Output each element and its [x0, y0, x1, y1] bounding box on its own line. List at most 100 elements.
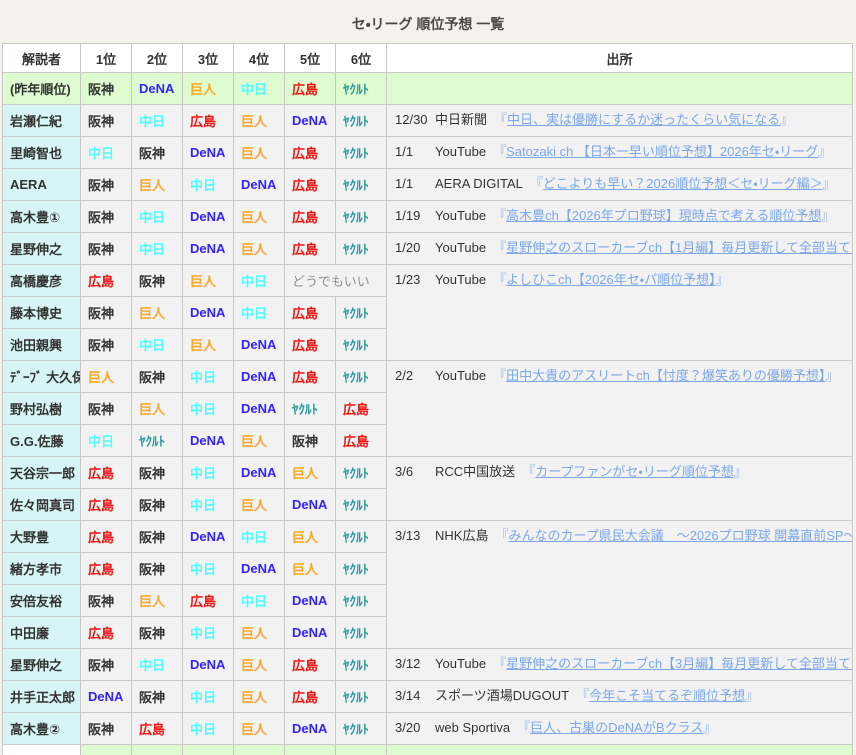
- rank-cell: ﾔｸﾙﾄ: [336, 137, 387, 169]
- rank-cell: 広島: [81, 265, 132, 297]
- rank-cell: 中日: [132, 329, 183, 361]
- rank-cell: 広島: [336, 425, 387, 457]
- source-date: 3/20: [395, 713, 435, 742]
- commentator-cell: 野村弘樹: [3, 393, 81, 425]
- rank-cell: 阪神: [132, 489, 183, 521]
- rank-cell: 阪神: [81, 233, 132, 265]
- commentator-cell: 大野豊: [3, 521, 81, 553]
- commentator-cell: 里崎智也: [3, 137, 81, 169]
- rank-cell: ﾔｸﾙﾄ: [336, 329, 387, 361]
- commentator-cell: 天谷宗一郎: [3, 457, 81, 489]
- column-header-0: 解説者: [3, 44, 81, 73]
- source-outlet: 中日新聞: [435, 112, 487, 127]
- rank-cell: 中日: [183, 713, 234, 745]
- table-row: 高木豊①阪神中日DeNA巨人広島ﾔｸﾙﾄ1/19YouTube『高木豊ch【20…: [3, 201, 853, 233]
- table-row: 星野伸之阪神中日DeNA巨人広島ﾔｸﾙﾄ3/12YouTube『星野伸之のスロー…: [3, 649, 853, 681]
- rank-cell: 巨人: [234, 233, 285, 265]
- rank-cell: DeNA: [132, 73, 183, 105]
- rank-cell: 巨人: [234, 137, 285, 169]
- source-link[interactable]: 『巨人、古巣のDeNAがBクラス』: [517, 720, 716, 735]
- table-row: 大野豊広島阪神DeNA中日巨人ﾔｸﾙﾄ3/13NHK広島『みんなのカープ県民大会…: [3, 521, 853, 553]
- source-link[interactable]: 『みんなのカープ県民大会議 ～2026プロ野球 開幕直前SP～』: [495, 528, 852, 543]
- rank-cell: 中日: [132, 233, 183, 265]
- source-link[interactable]: 『Satozaki ch 【日本一早い順位予想】2026年セ・リーグ』: [493, 144, 831, 159]
- rank-cell: 巨人: [234, 425, 285, 457]
- rank-cell: 阪神: [81, 649, 132, 681]
- column-header-5: 5位: [285, 44, 336, 73]
- source-link[interactable]: 『星野伸之のスローカーブch【3月編】毎月更新して全部当てる』: [493, 656, 852, 671]
- rank-cell: 中日: [234, 73, 285, 105]
- source-link[interactable]: 『中日、実は優勝にするか迷ったくらい気になる』: [494, 112, 793, 127]
- commentator-cell: (昨年順位): [3, 73, 81, 105]
- source-outlet: YouTube: [435, 208, 486, 223]
- rank-cell-merged: どうでもいい: [285, 265, 387, 297]
- source-outlet: YouTube: [435, 144, 486, 159]
- rank-cell: 中日: [81, 425, 132, 457]
- column-header-2: 2位: [132, 44, 183, 73]
- source-cell: 1/19YouTube『高木豊ch【2026年プロ野球】現時点で考える順位予想』: [387, 201, 853, 233]
- rank-cell: ﾔｸﾙﾄ: [336, 169, 387, 201]
- commentator-cell: 井手正太郎: [3, 681, 81, 713]
- rank-cell: 広島: [81, 489, 132, 521]
- rank-cell: DeNA: [183, 649, 234, 681]
- source-outlet: スポーツ酒場DUGOUT: [435, 688, 569, 703]
- table-row: 高木豊②阪神広島中日巨人DeNAﾔｸﾙﾄ3/20web Sportiva『巨人、…: [3, 713, 853, 745]
- source-date: 1/20: [395, 233, 435, 262]
- rank-cell: 広島: [336, 393, 387, 425]
- source-date: 1/23: [395, 265, 435, 294]
- rank-cell: 阪神: [81, 713, 132, 745]
- source-date: 3/13: [395, 521, 435, 550]
- rank-cell: DeNA: [183, 233, 234, 265]
- rank-cell: 中日: [183, 457, 234, 489]
- rank-cell: DeNA: [234, 329, 285, 361]
- table-row: 里崎智也中日阪神DeNA巨人広島ﾔｸﾙﾄ1/1YouTube『Satozaki …: [3, 137, 853, 169]
- source-cell: [387, 73, 853, 105]
- rank-cell: 中日: [234, 521, 285, 553]
- table-row: (昨年順位)阪神DeNA巨人中日広島ﾔｸﾙﾄ: [3, 73, 853, 105]
- rank-cell: 広島: [285, 329, 336, 361]
- rank-cell: ﾔｸﾙﾄ: [336, 585, 387, 617]
- commentator-cell: 緒方孝市: [3, 553, 81, 585]
- rank-cell: 中日: [183, 169, 234, 201]
- source-outlet: web Sportiva: [435, 720, 510, 735]
- rank-cell: DeNA: [234, 457, 285, 489]
- rank-cell: 広島: [285, 681, 336, 713]
- source-cell: 1/23YouTube 『よしひこch【2026年セ・パ順位予想】』: [387, 265, 853, 361]
- source-outlet: YouTube: [435, 368, 486, 383]
- rank-cell: 巨人: [234, 201, 285, 233]
- rank-cell: DeNA: [285, 105, 336, 137]
- source-date: 3/6: [395, 457, 435, 486]
- source-link[interactable]: 『どこよりも早い？2026順位予想＜セ・リーグ編＞』: [530, 176, 836, 191]
- rank-cell: 阪神: [132, 521, 183, 553]
- rank-cell: 阪神: [285, 425, 336, 457]
- rank-cell: 阪神: [81, 329, 132, 361]
- commentator-cell: 高木豊①: [3, 201, 81, 233]
- table-row: ﾃﾞｰﾌﾞ 大久保巨人阪神中日DeNA広島ﾔｸﾙﾄ2/2YouTube『田中大貴…: [3, 361, 853, 393]
- column-header-7: 出所: [387, 44, 853, 73]
- rank-cell: ﾔｸﾙﾄ: [336, 521, 387, 553]
- commentator-cell: 池田親興: [3, 329, 81, 361]
- rank-cell: 広島: [81, 521, 132, 553]
- table-row: 星野伸之阪神中日DeNA巨人広島ﾔｸﾙﾄ1/20YouTube『星野伸之のスロー…: [3, 233, 853, 265]
- source-link[interactable]: 『高木豊ch【2026年プロ野球】現時点で考える順位予想』: [493, 208, 834, 223]
- predictions-table: 解説者1位2位3位4位5位6位出所 (昨年順位)阪神DeNA巨人中日広島ﾔｸﾙﾄ…: [2, 43, 853, 755]
- source-cell: 2/2YouTube 『田中大貴のアスリートch【忖度？爆笑ありの優勝予想】』: [387, 361, 853, 457]
- table-row: 井手正太郎DeNA阪神中日巨人広島ﾔｸﾙﾄ3/14スポーツ酒場DUGOUT『今年…: [3, 681, 853, 713]
- source-link[interactable]: 『カープファンがセ・リーグ順位予想』: [522, 464, 747, 479]
- rank-cell: 中日: [234, 585, 285, 617]
- page-title: セ・リーグ 順位予想 一覧: [0, 0, 856, 43]
- rank-cell: 巨人: [132, 297, 183, 329]
- source-cell: 1/1AERA DIGITAL『どこよりも早い？2026順位予想＜セ・リーグ編＞…: [387, 169, 853, 201]
- table-row: 高橋慶彦広島阪神巨人中日どうでもいい1/23YouTube『よしひこch【202…: [3, 265, 853, 297]
- rank-cell: ﾔｸﾙﾄ: [336, 297, 387, 329]
- source-outlet: YouTube: [435, 272, 486, 287]
- source-outlet: NHK広島: [435, 528, 488, 543]
- source-date: 2/2: [395, 361, 435, 390]
- source-link[interactable]: 『今年こそ当てるぞ順位予想』: [576, 688, 758, 703]
- source-link[interactable]: 『田中大貴のアスリートch【忖度？爆笑ありの優勝予想】』: [493, 368, 838, 383]
- rank-cell: 中日: [234, 265, 285, 297]
- source-link[interactable]: 『星野伸之のスローカーブch【1月編】毎月更新して全部当てる』: [493, 240, 852, 255]
- rank-cell: 阪神: [132, 361, 183, 393]
- rank-cell: 巨人: [234, 681, 285, 713]
- source-link[interactable]: 『よしひこch【2026年セ・パ順位予想】』: [493, 272, 729, 287]
